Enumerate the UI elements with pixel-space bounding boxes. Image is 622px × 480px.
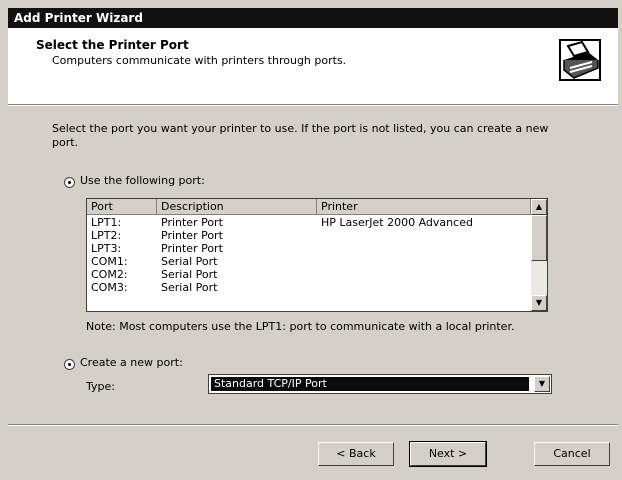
next-button[interactable]: Next > xyxy=(409,441,487,467)
port-name: LPT1: xyxy=(91,216,122,229)
header-divider xyxy=(8,104,618,106)
port-list-scrollbar[interactable]: ▲ ▼ xyxy=(531,199,547,311)
header-subtitle: Computers communicate with printers thro… xyxy=(52,54,347,67)
scroll-up-arrow-icon[interactable]: ▲ xyxy=(531,199,547,215)
port-type-label: Type: xyxy=(86,380,115,393)
port-type-select[interactable]: Standard TCP/IP Port ▼ xyxy=(208,374,552,394)
port-type-value: Standard TCP/IP Port xyxy=(211,377,529,391)
header-title: Select the Printer Port xyxy=(36,38,189,52)
scrollbar-thumb[interactable] xyxy=(531,215,547,261)
port-row[interactable]: COM1: Serial Port xyxy=(87,255,531,268)
intro-text: Select the port you want your printer to… xyxy=(52,122,549,149)
cancel-button[interactable]: Cancel xyxy=(534,442,610,466)
title-bar: Add Printer Wizard xyxy=(8,8,618,28)
port-description: Serial Port xyxy=(161,268,218,281)
column-header-description[interactable]: Description xyxy=(157,199,317,215)
footer-divider xyxy=(8,424,618,426)
use-existing-port-label[interactable]: Use the following port: xyxy=(80,174,205,187)
port-row[interactable]: LPT3: Printer Port xyxy=(87,242,531,255)
column-header-port[interactable]: Port xyxy=(87,199,157,215)
create-new-port-radio[interactable] xyxy=(64,359,75,370)
port-name: LPT3: xyxy=(91,242,122,255)
port-name: COM2: xyxy=(91,268,128,281)
wizard-header: Select the Printer Port Computers commun… xyxy=(8,28,618,104)
port-name: COM1: xyxy=(91,255,128,268)
port-description: Printer Port xyxy=(161,216,223,229)
port-description: Printer Port xyxy=(161,229,223,242)
port-name: LPT2: xyxy=(91,229,122,242)
port-list[interactable]: Port Description Printer LPT1: Printer P… xyxy=(86,198,548,312)
port-description: Serial Port xyxy=(161,255,218,268)
add-printer-wizard-window: Add Printer Wizard Select the Printer Po… xyxy=(0,0,622,480)
use-existing-port-radio[interactable] xyxy=(64,177,75,188)
port-row[interactable]: LPT2: Printer Port xyxy=(87,229,531,242)
port-description: Serial Port xyxy=(161,281,218,294)
scroll-down-arrow-icon[interactable]: ▼ xyxy=(531,295,547,311)
port-row[interactable]: LPT1: Printer Port HP LaserJet 2000 Adva… xyxy=(87,216,531,229)
port-row[interactable]: COM3: Serial Port xyxy=(87,281,531,294)
column-header-printer[interactable]: Printer xyxy=(317,199,531,215)
create-new-port-label[interactable]: Create a new port: xyxy=(80,356,183,369)
port-description: Printer Port xyxy=(161,242,223,255)
port-row[interactable]: COM2: Serial Port xyxy=(87,268,531,281)
dropdown-arrow-icon[interactable]: ▼ xyxy=(534,376,550,392)
port-printer: HP LaserJet 2000 Advanced xyxy=(321,216,473,229)
back-button[interactable]: < Back xyxy=(318,442,394,466)
port-note: Note: Most computers use the LPT1: port … xyxy=(86,320,515,333)
window-title: Add Printer Wizard xyxy=(14,11,143,25)
port-name: COM3: xyxy=(91,281,128,294)
printer-wizard-icon xyxy=(559,39,601,81)
